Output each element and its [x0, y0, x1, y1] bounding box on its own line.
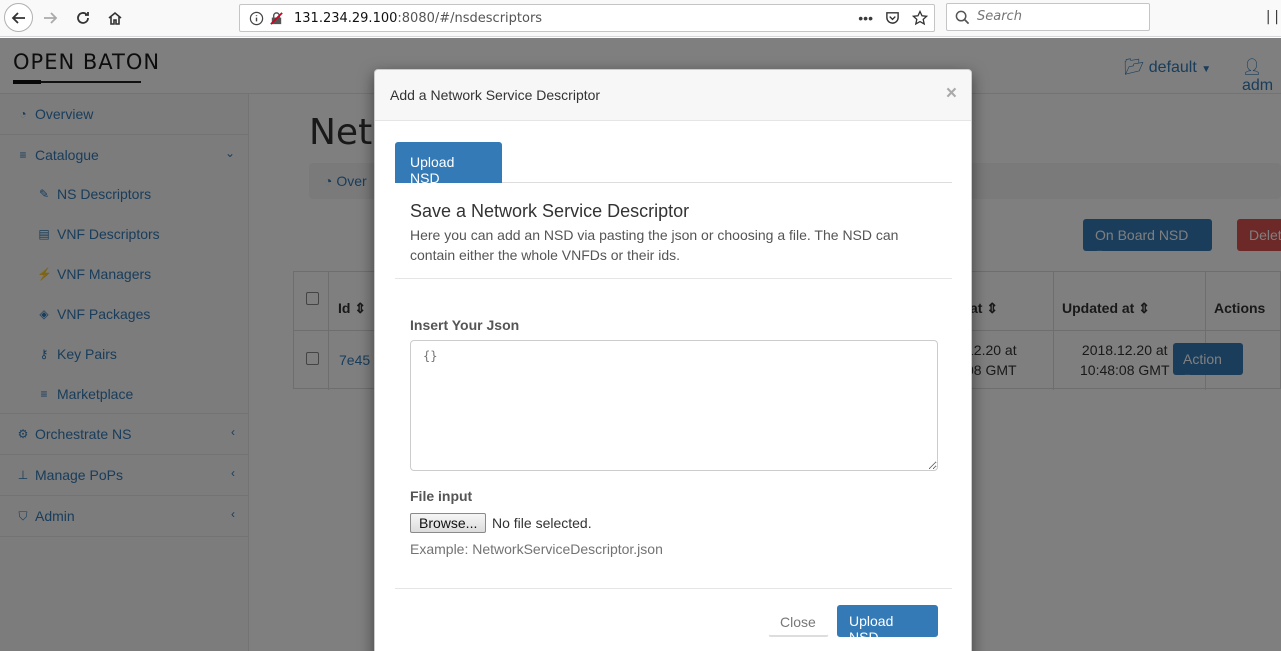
- close-button[interactable]: Close: [768, 605, 829, 637]
- info-icon: [249, 11, 264, 26]
- json-label: Insert Your Json: [410, 317, 520, 333]
- url-host: 131.234.29.100: [294, 11, 398, 26]
- browser-search[interactable]: [946, 3, 1150, 31]
- more-icon[interactable]: •••: [858, 10, 873, 26]
- tab-upload-nsd[interactable]: Upload NSD: [395, 142, 502, 186]
- home-icon: [108, 11, 122, 25]
- add-nsd-modal: Add a Network Service Descriptor × Uploa…: [374, 69, 972, 651]
- url-text: 131.234.29.100:8080/#/nsdescriptors: [294, 11, 542, 26]
- section-title: Save a Network Service Descriptor: [410, 201, 690, 221]
- pocket-icon[interactable]: [885, 10, 900, 25]
- json-textarea[interactable]: [410, 340, 938, 471]
- close-icon[interactable]: ×: [946, 83, 957, 105]
- url-path: :8080/#/nsdescriptors: [397, 11, 543, 26]
- upload-nsd-button[interactable]: Upload NSD: [837, 605, 938, 645]
- insecure-lock-icon: [270, 12, 283, 25]
- reload-button[interactable]: [69, 4, 97, 32]
- modal-tabs: Upload NSD: [395, 142, 952, 186]
- file-help-text: Example: NetworkServiceDescriptor.json: [410, 541, 663, 557]
- url-bar[interactable]: 131.234.29.100:8080/#/nsdescriptors •••: [239, 4, 935, 32]
- search-input[interactable]: [977, 9, 1137, 24]
- arrow-left-icon: [11, 11, 25, 24]
- modal-header: Add a Network Service Descriptor ×: [375, 70, 971, 121]
- divider: [395, 588, 952, 589]
- star-icon[interactable]: [912, 10, 928, 26]
- file-input-label: File input: [410, 488, 473, 504]
- browse-button[interactable]: Browse...: [410, 513, 486, 533]
- reload-icon: [77, 12, 89, 24]
- divider: [395, 278, 952, 279]
- modal-title: Add a Network Service Descriptor: [390, 87, 601, 103]
- section-description: Here you can add an NSD via pasting the …: [410, 227, 899, 263]
- search-icon: [955, 10, 970, 25]
- arrow-right-icon: [44, 12, 58, 24]
- forward-button[interactable]: [36, 4, 64, 32]
- library-icon[interactable]: |||\: [1264, 9, 1281, 25]
- home-button[interactable]: [101, 4, 129, 32]
- browser-toolbar: 131.234.29.100:8080/#/nsdescriptors ••• …: [0, 0, 1281, 37]
- back-button[interactable]: [4, 3, 33, 32]
- file-status: No file selected.: [492, 515, 592, 531]
